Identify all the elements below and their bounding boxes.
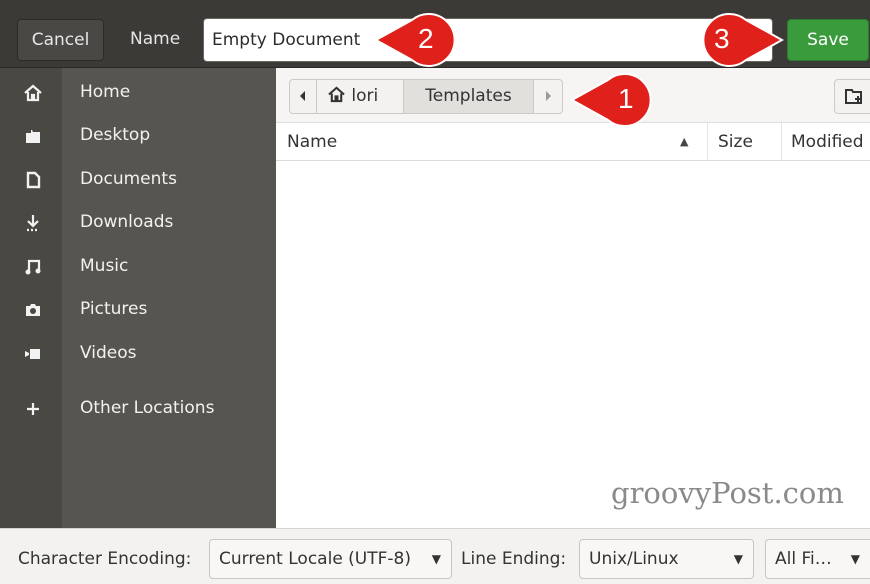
encoding-value: Current Locale (UTF-8)	[219, 549, 411, 569]
sidebar-item-music[interactable]: Music	[0, 247, 276, 287]
sidebar-item-label: Downloads	[80, 212, 174, 232]
plus-icon	[22, 399, 44, 419]
path-back-button[interactable]	[289, 79, 317, 114]
download-icon	[22, 213, 44, 233]
sidebar-item-documents[interactable]: Documents	[0, 160, 276, 200]
watermark: groovyPost.com	[611, 476, 844, 510]
column-name[interactable]: Name	[287, 123, 337, 161]
sidebar-item-label: Desktop	[80, 125, 151, 145]
sidebar-item-label: Videos	[80, 343, 137, 363]
chevron-left-icon	[298, 86, 308, 106]
line-ending-label: Line Ending:	[461, 549, 567, 569]
video-icon	[22, 344, 44, 364]
chevron-right-icon	[543, 86, 553, 106]
camera-icon	[22, 300, 44, 320]
home-icon	[327, 86, 351, 106]
sidebar-item-label: Other Locations	[80, 398, 215, 418]
path-segment-home[interactable]: lori	[316, 79, 404, 114]
path-segment-label: lori	[351, 86, 379, 106]
new-folder-button[interactable]	[834, 79, 870, 114]
document-icon	[22, 170, 44, 190]
name-label: Name	[130, 29, 181, 49]
dropdown-arrow-icon: ▼	[850, 552, 860, 566]
sidebar-item-label: Documents	[80, 169, 177, 189]
save-button[interactable]: Save	[787, 19, 869, 61]
cancel-button[interactable]: Cancel	[17, 19, 104, 61]
sidebar-item-downloads[interactable]: Downloads	[0, 203, 276, 243]
music-icon	[22, 257, 44, 277]
home-icon	[22, 83, 44, 103]
callout-number: 3	[714, 23, 730, 54]
options-bar: Character Encoding: Current Locale (UTF-…	[0, 528, 870, 584]
callout-3: 3	[688, 11, 784, 69]
sidebar-item-label: Pictures	[80, 299, 148, 319]
sidebar-item-desktop[interactable]: Desktop	[0, 116, 276, 156]
line-ending-value: Unix/Linux	[589, 549, 679, 569]
file-filter-value: All Fi…	[775, 549, 832, 569]
column-modified[interactable]: Modified	[781, 123, 864, 161]
sidebar-item-pictures[interactable]: Pictures	[0, 290, 276, 330]
sidebar-item-home[interactable]: Home	[0, 73, 276, 113]
file-list[interactable]: groovyPost.com	[276, 161, 870, 528]
callout-1: 1	[570, 72, 662, 128]
callout-number: 1	[618, 83, 634, 114]
file-column-header: Name ▲ Size Modified	[276, 123, 870, 161]
dropdown-arrow-icon: ▼	[431, 552, 441, 566]
file-filter-select[interactable]: All Fi… ▼	[765, 539, 870, 579]
sort-ascending-icon[interactable]: ▲	[680, 123, 688, 161]
line-ending-select[interactable]: Unix/Linux ▼	[579, 539, 754, 579]
path-segment-templates[interactable]: Templates	[403, 79, 534, 114]
folder-icon	[22, 126, 44, 146]
path-forward-button[interactable]	[533, 79, 563, 114]
encoding-label: Character Encoding:	[18, 549, 192, 569]
dropdown-arrow-icon: ▼	[733, 552, 743, 566]
encoding-select[interactable]: Current Locale (UTF-8) ▼	[209, 539, 452, 579]
callout-number: 2	[418, 23, 434, 54]
sidebar-item-videos[interactable]: Videos	[0, 334, 276, 374]
new-folder-icon	[844, 87, 866, 111]
sidebar-item-label: Music	[80, 256, 129, 276]
callout-2: 2	[374, 12, 466, 68]
sidebar: Home Desktop Documents Downloads Music P…	[0, 68, 276, 528]
column-size[interactable]: Size	[707, 123, 781, 161]
sidebar-item-other-locations[interactable]: Other Locations	[0, 389, 276, 429]
sidebar-item-label: Home	[80, 82, 131, 102]
